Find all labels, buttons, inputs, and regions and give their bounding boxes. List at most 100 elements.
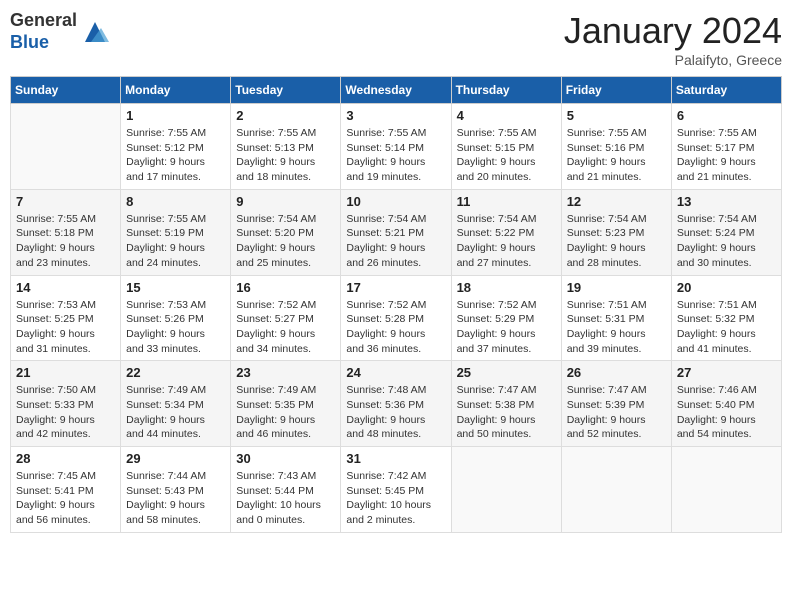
day-number: 30 xyxy=(236,451,335,466)
day-number: 3 xyxy=(346,108,445,123)
day-info: Sunrise: 7:45 AMSunset: 5:41 PMDaylight:… xyxy=(16,469,115,528)
calendar-week-row: 28 Sunrise: 7:45 AMSunset: 5:41 PMDayligh… xyxy=(11,447,782,533)
day-info: Sunrise: 7:54 AMSunset: 5:21 PMDaylight:… xyxy=(346,212,445,271)
day-info: Sunrise: 7:54 AMSunset: 5:23 PMDaylight:… xyxy=(567,212,666,271)
calendar-week-row: 14 Sunrise: 7:53 AMSunset: 5:25 PMDayligh… xyxy=(11,275,782,361)
day-number: 19 xyxy=(567,280,666,295)
table-row: 14 Sunrise: 7:53 AMSunset: 5:25 PMDayligh… xyxy=(11,275,121,361)
day-number: 24 xyxy=(346,365,445,380)
logo-blue-text: Blue xyxy=(10,32,77,54)
table-row: 8Sunrise: 7:55 AMSunset: 5:19 PMDaylight… xyxy=(121,189,231,275)
table-row: 12 Sunrise: 7:54 AMSunset: 5:23 PMDayligh… xyxy=(561,189,671,275)
day-number: 21 xyxy=(16,365,115,380)
day-number: 20 xyxy=(677,280,776,295)
logo: General Blue xyxy=(10,10,109,53)
day-info: Sunrise: 7:52 AMSunset: 5:28 PMDaylight:… xyxy=(346,298,445,357)
day-number: 12 xyxy=(567,194,666,209)
table-row xyxy=(451,447,561,533)
table-row: 5 Sunrise: 7:55 AMSunset: 5:16 PMDaylight… xyxy=(561,104,671,190)
day-number: 4 xyxy=(457,108,556,123)
table-row xyxy=(11,104,121,190)
page-header: General Blue January 2024 Palaifyto, Gre… xyxy=(10,10,782,68)
header-sunday: Sunday xyxy=(11,77,121,104)
table-row: 22 Sunrise: 7:49 AMSunset: 5:34 PMDayligh… xyxy=(121,361,231,447)
day-info: Sunrise: 7:55 AMSunset: 5:18 PMDaylight:… xyxy=(16,212,115,271)
header-monday: Monday xyxy=(121,77,231,104)
header-thursday: Thursday xyxy=(451,77,561,104)
table-row: 23 Sunrise: 7:49 AMSunset: 5:35 PMDayligh… xyxy=(231,361,341,447)
day-number: 18 xyxy=(457,280,556,295)
day-info: Sunrise: 7:53 AMSunset: 5:25 PMDaylight:… xyxy=(16,298,115,357)
day-number: 9 xyxy=(236,194,335,209)
day-info: Sunrise: 7:49 AMSunset: 5:35 PMDaylight:… xyxy=(236,383,335,442)
day-info: Sunrise: 7:54 AMSunset: 5:24 PMDaylight:… xyxy=(677,212,776,271)
day-number: 10 xyxy=(346,194,445,209)
table-row: 7Sunrise: 7:55 AMSunset: 5:18 PMDaylight… xyxy=(11,189,121,275)
logo-general-text: General xyxy=(10,10,77,32)
table-row: 20Sunrise: 7:51 AMSunset: 5:32 PMDayligh… xyxy=(671,275,781,361)
day-info: Sunrise: 7:53 AMSunset: 5:26 PMDaylight:… xyxy=(126,298,225,357)
day-number: 11 xyxy=(457,194,556,209)
weekday-header-row: Sunday Monday Tuesday Wednesday Thursday… xyxy=(11,77,782,104)
day-info: Sunrise: 7:49 AMSunset: 5:34 PMDaylight:… xyxy=(126,383,225,442)
day-info: Sunrise: 7:54 AMSunset: 5:22 PMDaylight:… xyxy=(457,212,556,271)
month-title: January 2024 xyxy=(564,10,782,52)
calendar-week-row: 7Sunrise: 7:55 AMSunset: 5:18 PMDaylight… xyxy=(11,189,782,275)
table-row: 11 Sunrise: 7:54 AMSunset: 5:22 PMDayligh… xyxy=(451,189,561,275)
day-info: Sunrise: 7:55 AMSunset: 5:15 PMDaylight:… xyxy=(457,126,556,185)
table-row: 24 Sunrise: 7:48 AMSunset: 5:36 PMDayligh… xyxy=(341,361,451,447)
day-number: 28 xyxy=(16,451,115,466)
calendar-week-row: 1 Sunrise: 7:55 AMSunset: 5:12 PMDaylight… xyxy=(11,104,782,190)
table-row: 3 Sunrise: 7:55 AMSunset: 5:14 PMDaylight… xyxy=(341,104,451,190)
day-number: 15 xyxy=(126,280,225,295)
table-row: 26Sunrise: 7:47 AMSunset: 5:39 PMDayligh… xyxy=(561,361,671,447)
day-number: 1 xyxy=(126,108,225,123)
day-number: 13 xyxy=(677,194,776,209)
day-info: Sunrise: 7:55 AMSunset: 5:14 PMDaylight:… xyxy=(346,126,445,185)
calendar-table: Sunday Monday Tuesday Wednesday Thursday… xyxy=(10,76,782,533)
day-info: Sunrise: 7:47 AMSunset: 5:38 PMDaylight:… xyxy=(457,383,556,442)
day-info: Sunrise: 7:44 AMSunset: 5:43 PMDaylight:… xyxy=(126,469,225,528)
day-number: 23 xyxy=(236,365,335,380)
table-row: 10 Sunrise: 7:54 AMSunset: 5:21 PMDayligh… xyxy=(341,189,451,275)
table-row: 17 Sunrise: 7:52 AMSunset: 5:28 PMDayligh… xyxy=(341,275,451,361)
day-info: Sunrise: 7:52 AMSunset: 5:29 PMDaylight:… xyxy=(457,298,556,357)
calendar-body: 1 Sunrise: 7:55 AMSunset: 5:12 PMDaylight… xyxy=(11,104,782,533)
day-info: Sunrise: 7:47 AMSunset: 5:39 PMDaylight:… xyxy=(567,383,666,442)
table-row: 13 Sunrise: 7:54 AMSunset: 5:24 PMDayligh… xyxy=(671,189,781,275)
day-number: 25 xyxy=(457,365,556,380)
day-info: Sunrise: 7:55 AMSunset: 5:16 PMDaylight:… xyxy=(567,126,666,185)
day-info: Sunrise: 7:52 AMSunset: 5:27 PMDaylight:… xyxy=(236,298,335,357)
header-friday: Friday xyxy=(561,77,671,104)
day-number: 17 xyxy=(346,280,445,295)
table-row: 28 Sunrise: 7:45 AMSunset: 5:41 PMDayligh… xyxy=(11,447,121,533)
calendar-header: Sunday Monday Tuesday Wednesday Thursday… xyxy=(11,77,782,104)
day-number: 16 xyxy=(236,280,335,295)
day-info: Sunrise: 7:54 AMSunset: 5:20 PMDaylight:… xyxy=(236,212,335,271)
table-row xyxy=(671,447,781,533)
table-row: 19Sunrise: 7:51 AMSunset: 5:31 PMDayligh… xyxy=(561,275,671,361)
day-info: Sunrise: 7:43 AMSunset: 5:44 PMDaylight:… xyxy=(236,469,335,528)
day-number: 2 xyxy=(236,108,335,123)
day-number: 31 xyxy=(346,451,445,466)
table-row: 21Sunrise: 7:50 AMSunset: 5:33 PMDayligh… xyxy=(11,361,121,447)
table-row: 2Sunrise: 7:55 AMSunset: 5:13 PMDaylight… xyxy=(231,104,341,190)
table-row: 9 Sunrise: 7:54 AMSunset: 5:20 PMDaylight… xyxy=(231,189,341,275)
table-row: 18 Sunrise: 7:52 AMSunset: 5:29 PMDayligh… xyxy=(451,275,561,361)
day-info: Sunrise: 7:48 AMSunset: 5:36 PMDaylight:… xyxy=(346,383,445,442)
table-row xyxy=(561,447,671,533)
header-wednesday: Wednesday xyxy=(341,77,451,104)
table-row: 4 Sunrise: 7:55 AMSunset: 5:15 PMDaylight… xyxy=(451,104,561,190)
day-info: Sunrise: 7:55 AMSunset: 5:12 PMDaylight:… xyxy=(126,126,225,185)
table-row: 6Sunrise: 7:55 AMSunset: 5:17 PMDaylight… xyxy=(671,104,781,190)
location-subtitle: Palaifyto, Greece xyxy=(564,52,782,68)
logo-icon xyxy=(81,18,109,46)
day-number: 22 xyxy=(126,365,225,380)
day-number: 29 xyxy=(126,451,225,466)
header-saturday: Saturday xyxy=(671,77,781,104)
day-info: Sunrise: 7:55 AMSunset: 5:17 PMDaylight:… xyxy=(677,126,776,185)
day-number: 14 xyxy=(16,280,115,295)
day-number: 5 xyxy=(567,108,666,123)
table-row: 16 Sunrise: 7:52 AMSunset: 5:27 PMDayligh… xyxy=(231,275,341,361)
day-number: 27 xyxy=(677,365,776,380)
